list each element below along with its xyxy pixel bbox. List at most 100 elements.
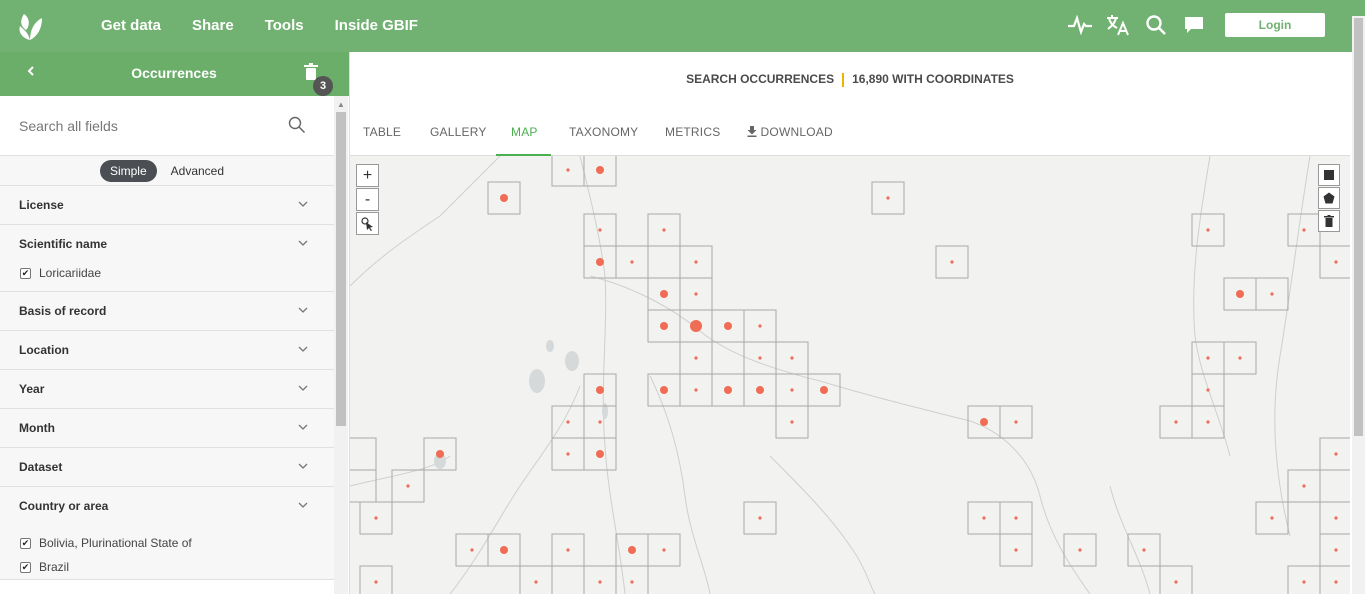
translate-icon[interactable] — [1099, 10, 1137, 40]
filter-label[interactable]: Year — [0, 370, 334, 408]
occurrence-point[interactable] — [1206, 388, 1210, 392]
filter-value[interactable]: ✔ Brazil — [0, 555, 334, 579]
checkbox[interactable]: ✔ — [20, 561, 31, 573]
occurrence-point[interactable] — [374, 580, 378, 584]
occurrence-point[interactable] — [630, 580, 634, 584]
filter-month[interactable]: Month — [0, 409, 334, 448]
grid-cell[interactable] — [1287, 565, 1321, 594]
occurrence-point[interactable] — [662, 228, 666, 232]
filter-country-or-area[interactable]: Country or area ✔ Bolivia, Plurinational… — [0, 487, 334, 580]
mode-advanced[interactable]: Advanced — [161, 160, 234, 182]
occurrence-point[interactable] — [790, 388, 794, 392]
occurrence-point[interactable] — [1270, 516, 1274, 520]
scroll-up-icon[interactable]: ▲ — [337, 100, 345, 109]
gbif-logo-icon[interactable] — [14, 10, 46, 42]
sidebar-scrollbar[interactable]: ▲ — [334, 96, 348, 594]
occurrence-point[interactable] — [598, 580, 602, 584]
grid-cell[interactable] — [583, 565, 617, 594]
occurrence-point[interactable] — [470, 548, 474, 552]
occurrence-point[interactable] — [1236, 290, 1244, 298]
nav-share[interactable]: Share — [192, 17, 234, 34]
grid-cell[interactable] — [350, 437, 377, 471]
occurrence-point[interactable] — [596, 258, 604, 266]
grid-cell[interactable] — [615, 565, 649, 594]
grid-cell[interactable] — [359, 565, 393, 594]
occurrence-point[interactable] — [534, 580, 538, 584]
login-button[interactable]: Login — [1225, 13, 1325, 37]
occurrence-point[interactable] — [820, 386, 828, 394]
page-scroll-thumb[interactable] — [1354, 18, 1363, 436]
tab-map[interactable]: MAP — [511, 125, 538, 139]
trash-icon[interactable] — [1318, 210, 1340, 232]
activity-icon[interactable] — [1061, 10, 1099, 40]
occurrence-point[interactable] — [756, 386, 764, 394]
chevron-down-icon[interactable] — [297, 501, 309, 509]
occurrence-point[interactable] — [374, 516, 378, 520]
occurrence-point[interactable] — [1206, 420, 1210, 424]
occurrence-point[interactable] — [724, 322, 732, 330]
search-icon[interactable] — [288, 116, 306, 134]
filter-location[interactable]: Location — [0, 331, 334, 370]
tab-table[interactable]: TABLE — [363, 125, 401, 139]
nav-get-data[interactable]: Get data — [101, 17, 161, 34]
filter-value[interactable]: ✔ Loricariidae — [0, 263, 334, 291]
occurrence-point[interactable] — [596, 450, 604, 458]
occurrence-point[interactable] — [1174, 420, 1178, 424]
occurrence-point[interactable] — [1014, 420, 1018, 424]
occurrence-point[interactable] — [694, 388, 698, 392]
map-canvas[interactable] — [350, 156, 1350, 594]
occurrence-point[interactable] — [1142, 548, 1146, 552]
chevron-down-icon[interactable] — [297, 345, 309, 353]
search-all-fields[interactable]: Search all fields — [0, 96, 334, 156]
checkbox[interactable]: ✔ — [20, 267, 31, 279]
occurrence-point[interactable] — [1334, 260, 1338, 264]
filter-label[interactable]: Scientific name — [0, 225, 334, 263]
nav-inside-gbif[interactable]: Inside GBIF — [335, 17, 418, 34]
occurrence-point[interactable] — [694, 356, 698, 360]
search-icon[interactable] — [1137, 10, 1175, 40]
tab-taxonomy[interactable]: TAXONOMY — [569, 125, 638, 139]
grid-cell[interactable] — [1159, 565, 1193, 594]
filter-year[interactable]: Year — [0, 370, 334, 409]
occurrence-point[interactable] — [500, 194, 508, 202]
occurrence-point[interactable] — [758, 516, 762, 520]
occurrence-point[interactable] — [598, 420, 602, 424]
occurrence-point[interactable] — [1078, 548, 1082, 552]
grid-cell[interactable] — [1319, 565, 1350, 594]
filter-label[interactable]: Basis of record — [0, 292, 334, 330]
mode-simple[interactable]: Simple — [99, 159, 157, 182]
occurrence-point[interactable] — [660, 322, 668, 330]
occurrence-point[interactable] — [1334, 452, 1338, 456]
occurrence-point[interactable] — [1270, 292, 1274, 296]
occurrence-point[interactable] — [662, 548, 666, 552]
chevron-down-icon[interactable] — [297, 239, 309, 247]
occurrence-point[interactable] — [1302, 228, 1306, 232]
filter-label[interactable]: Dataset — [0, 448, 334, 486]
grid-cell[interactable] — [647, 245, 681, 279]
grid-cell[interactable] — [519, 565, 553, 594]
occurrence-point[interactable] — [980, 418, 988, 426]
filter-license[interactable]: License — [0, 186, 334, 225]
chevron-down-icon[interactable] — [297, 423, 309, 431]
chevron-down-icon[interactable] — [297, 462, 309, 470]
filter-label[interactable]: Country or area — [0, 487, 334, 525]
occurrence-point[interactable] — [566, 452, 570, 456]
occurrence-point[interactable] — [950, 260, 954, 264]
occurrence-point[interactable] — [1334, 580, 1338, 584]
tab-download[interactable]: DOWNLOAD — [747, 125, 833, 139]
select-tool-icon[interactable] — [356, 212, 379, 235]
occurrence-point[interactable] — [758, 324, 762, 328]
checkbox[interactable]: ✔ — [20, 537, 31, 549]
occurrence-point[interactable] — [982, 516, 986, 520]
occurrence-point[interactable] — [694, 260, 698, 264]
occurrence-point[interactable] — [1334, 516, 1338, 520]
occurrence-point[interactable] — [660, 290, 668, 298]
filter-value[interactable]: ✔ Bolivia, Plurinational State of — [0, 531, 334, 555]
grid-cell[interactable] — [711, 341, 745, 375]
occurrence-point[interactable] — [1302, 484, 1306, 488]
occurrence-point[interactable] — [1238, 356, 1242, 360]
occurrence-point[interactable] — [790, 420, 794, 424]
occurrence-point[interactable] — [1302, 580, 1306, 584]
occurrence-point[interactable] — [660, 386, 668, 394]
feedback-icon[interactable] — [1175, 10, 1213, 40]
